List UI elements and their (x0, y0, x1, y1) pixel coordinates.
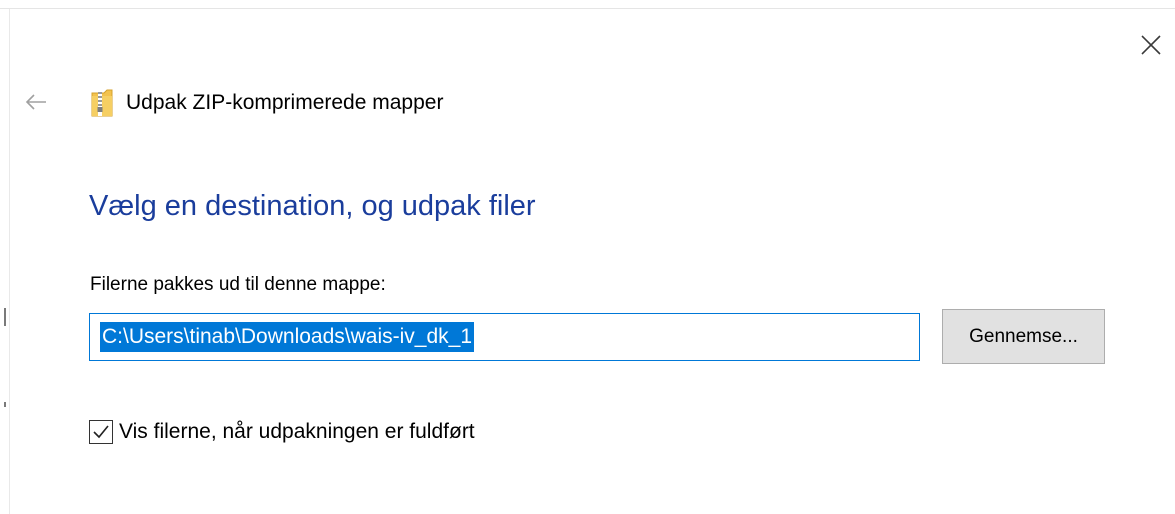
show-files-checkbox[interactable] (89, 420, 113, 444)
edge-marker (4, 402, 6, 407)
checkmark-icon (93, 425, 109, 439)
window-top-border (0, 8, 1175, 9)
dialog-header: Udpak ZIP-komprimerede mapper (90, 88, 443, 118)
browse-button[interactable]: Gennemse... (942, 309, 1105, 364)
back-button[interactable] (22, 88, 50, 116)
page-heading: Vælg en destination, og udpak filer (89, 190, 536, 222)
zip-folder-icon (91, 89, 113, 117)
close-button[interactable] (1134, 28, 1168, 62)
extract-dialog: Udpak ZIP-komprimerede mapper Vælg en de… (0, 0, 1175, 514)
destination-path-value: C:\Users\tinab\Downloads\wais-iv_dk_1 (100, 322, 474, 352)
window-left-border (9, 9, 10, 514)
back-arrow-icon (25, 94, 46, 110)
edge-marker (4, 308, 6, 326)
show-files-label: Vis filerne, når udpakningen er fuldført (119, 420, 475, 443)
show-files-option[interactable]: Vis filerne, når udpakningen er fuldført (89, 420, 475, 444)
destination-path-input[interactable]: C:\Users\tinab\Downloads\wais-iv_dk_1 (89, 313, 920, 361)
dialog-title: Udpak ZIP-komprimerede mapper (126, 91, 444, 114)
close-icon (1141, 35, 1161, 55)
destination-label: Filerne pakkes ud til denne mappe: (90, 274, 386, 295)
